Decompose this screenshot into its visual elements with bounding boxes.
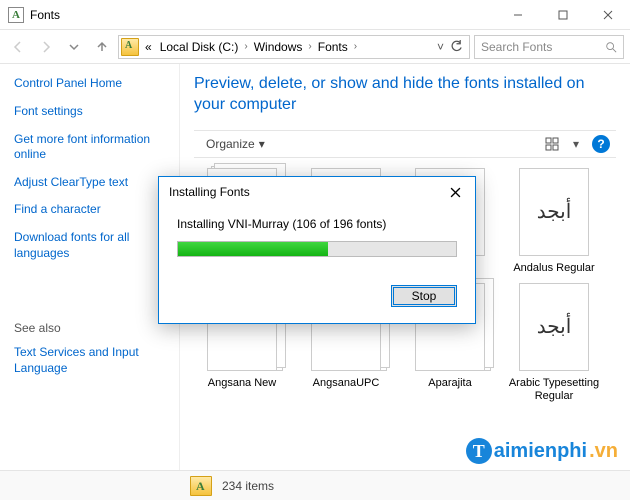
progress-bar <box>177 241 457 257</box>
search-input[interactable]: Search Fonts <box>474 35 624 59</box>
titlebar: A Fonts <box>0 0 630 30</box>
font-item[interactable]: أبجد Andalus Regular <box>506 168 602 275</box>
font-label: Arabic Typesetting Regular <box>507 377 601 403</box>
organize-button[interactable]: Organize ▾ <box>200 135 271 153</box>
sidebar-heading[interactable]: Control Panel Home <box>14 76 165 90</box>
font-item[interactable]: أبجد Arabic Typesetting Regular <box>506 283 602 403</box>
chevron-right-icon[interactable]: › <box>354 41 357 52</box>
font-thumbnail: أبجد <box>519 283 589 371</box>
view-options-button[interactable] <box>540 133 564 155</box>
toolbar: Organize ▾ ▾ ? <box>194 130 616 158</box>
watermark-logo: T <box>466 438 492 464</box>
maximize-button[interactable] <box>540 0 585 29</box>
dialog-close-button[interactable] <box>445 182 465 202</box>
window-title: Fonts <box>30 8 495 22</box>
watermark-tail: .vn <box>589 440 618 463</box>
breadcrumb-prefix: « <box>143 40 154 54</box>
chevron-right-icon[interactable]: › <box>308 41 311 52</box>
see-also-heading: See also <box>14 321 165 335</box>
address-bar[interactable]: « Local Disk (C:) › Windows › Fonts › ˅ <box>118 35 470 59</box>
sidebar-link-cleartype[interactable]: Adjust ClearType text <box>14 175 165 191</box>
dropdown-icon[interactable]: ˅ <box>437 40 444 54</box>
installing-fonts-dialog: Installing Fonts Installing VNI-Murray (… <box>158 176 476 324</box>
page-heading: Preview, delete, or show and hide the fo… <box>194 74 616 116</box>
sidebar: Control Panel Home Font settings Get mor… <box>0 64 180 470</box>
app-icon: A <box>8 7 24 23</box>
navbar: « Local Disk (C:) › Windows › Fonts › ˅ … <box>0 30 630 64</box>
watermark-text: aimienphi <box>494 440 587 463</box>
folder-icon <box>190 476 212 496</box>
font-thumbnail: أبجد <box>519 168 589 256</box>
dialog-title: Installing Fonts <box>169 185 250 199</box>
sidebar-link-download-fonts[interactable]: Download fonts for all languages <box>14 230 165 261</box>
statusbar: 234 items <box>0 470 630 500</box>
chevron-right-icon[interactable]: › <box>244 41 247 52</box>
sidebar-link-find-char[interactable]: Find a character <box>14 202 165 218</box>
stop-button[interactable]: Stop <box>391 285 457 307</box>
organize-label: Organize <box>206 137 255 151</box>
breadcrumb-item[interactable]: Local Disk (C:) <box>158 40 241 54</box>
search-icon <box>605 41 617 53</box>
font-label: Andalus Regular <box>513 262 594 275</box>
nav-up-button[interactable] <box>90 35 114 59</box>
view-dropdown-icon[interactable]: ▾ <box>564 133 588 155</box>
watermark: T aimienphi.vn <box>466 438 618 464</box>
sidebar-link-more-info[interactable]: Get more font information online <box>14 132 165 163</box>
close-button[interactable] <box>585 0 630 29</box>
dropdown-icon: ▾ <box>259 137 265 151</box>
folder-icon <box>121 38 139 56</box>
progress-fill <box>178 242 328 256</box>
search-placeholder: Search Fonts <box>481 40 552 54</box>
nav-back-button[interactable] <box>6 35 30 59</box>
help-button[interactable]: ? <box>592 135 610 153</box>
window-controls <box>495 0 630 29</box>
font-label: AngsanaUPC <box>313 377 380 390</box>
minimize-button[interactable] <box>495 0 540 29</box>
dialog-body: Installing VNI-Murray (106 of 196 fonts)… <box>159 207 475 323</box>
refresh-icon[interactable] <box>450 40 463 53</box>
sidebar-link-font-settings[interactable]: Font settings <box>14 104 165 120</box>
dialog-titlebar: Installing Fonts <box>159 177 475 207</box>
nav-history-dropdown[interactable] <box>62 35 86 59</box>
breadcrumb-item[interactable]: Fonts <box>316 40 350 54</box>
breadcrumb-item[interactable]: Windows <box>252 40 305 54</box>
font-label: Angsana New <box>208 377 277 390</box>
font-label: Aparajita <box>428 377 471 390</box>
sidebar-link-text-services[interactable]: Text Services and Input Language <box>14 345 165 376</box>
dialog-message: Installing VNI-Murray (106 of 196 fonts) <box>177 217 457 231</box>
status-count: 234 items <box>222 479 274 493</box>
nav-forward-button[interactable] <box>34 35 58 59</box>
